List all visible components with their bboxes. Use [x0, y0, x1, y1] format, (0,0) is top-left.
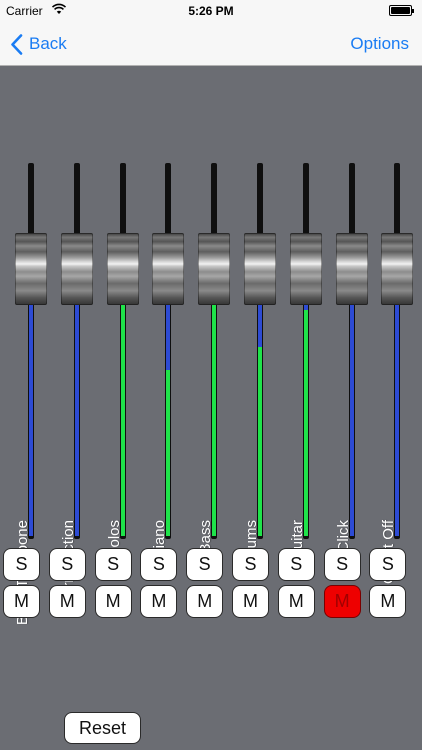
- channel-strip: Piano: [148, 160, 188, 558]
- solo-button[interactable]: S: [3, 548, 40, 581]
- chevron-left-icon: [11, 33, 23, 55]
- reset-button[interactable]: Reset: [64, 712, 141, 744]
- channel-label-box: Click: [332, 310, 356, 553]
- mute-button[interactable]: M: [277, 585, 315, 618]
- fader-knob[interactable]: [15, 233, 47, 305]
- mute-button[interactable]: M: [3, 585, 40, 618]
- solo-button[interactable]: S: [232, 548, 269, 581]
- fader-knob[interactable]: [60, 233, 93, 305]
- solo-button[interactable]: S: [369, 548, 407, 581]
- solo-button[interactable]: S: [48, 548, 86, 581]
- mute-button[interactable]: M: [186, 585, 224, 618]
- channel-strip: Drums: [240, 160, 280, 564]
- solo-button[interactable]: S: [186, 548, 224, 581]
- back-button[interactable]: Back: [10, 32, 67, 56]
- channel-strip: Guitar: [286, 160, 326, 561]
- channel-strip: Count Off: [377, 160, 417, 584]
- navigation-bar: Back Options: [0, 22, 422, 66]
- fader-knob[interactable]: [381, 233, 414, 305]
- channel-label-box: Bass Trombone: [11, 310, 35, 625]
- mute-button[interactable]: M: [140, 585, 178, 618]
- channel-strip: Horn Section: [57, 160, 97, 607]
- fader-knob[interactable]: [244, 233, 276, 305]
- channel-label-box: Count Off: [377, 310, 401, 584]
- channel-label-box: Bass: [194, 310, 218, 553]
- channel-strip: Solos: [103, 160, 143, 558]
- solo-button[interactable]: S: [277, 548, 315, 581]
- channel-label-box: Guitar: [286, 310, 310, 561]
- channel-strip: Bass: [194, 160, 234, 553]
- options-button[interactable]: Options: [350, 34, 409, 54]
- fader-knob[interactable]: [198, 233, 231, 305]
- mute-button[interactable]: M: [94, 585, 132, 618]
- fader-knob[interactable]: [289, 233, 322, 305]
- mute-button[interactable]: M: [369, 585, 407, 618]
- channel-strip: Click: [332, 160, 372, 553]
- status-time: 5:26 PM: [188, 4, 234, 18]
- channel-label-box: Solos: [103, 310, 127, 558]
- solo-button[interactable]: S: [323, 548, 361, 581]
- fader-knob[interactable]: [152, 233, 185, 305]
- solo-button[interactable]: S: [140, 548, 178, 581]
- status-bar: Carrier 5:26 PM: [0, 0, 422, 22]
- fader-knob[interactable]: [335, 233, 368, 305]
- battery-icon: [389, 5, 414, 16]
- mute-button[interactable]: M: [48, 585, 86, 618]
- channel-label-box: Horn Section: [57, 310, 81, 607]
- solo-button[interactable]: S: [94, 548, 132, 581]
- fader-knob[interactable]: [106, 233, 139, 305]
- mute-button[interactable]: M: [232, 585, 269, 618]
- channel-label-box: Drums: [240, 310, 264, 564]
- mute-button[interactable]: M: [323, 585, 361, 618]
- back-label: Back: [29, 34, 67, 53]
- channel-label-box: Piano: [148, 310, 172, 558]
- channel-strip: Bass Trombone: [11, 160, 51, 625]
